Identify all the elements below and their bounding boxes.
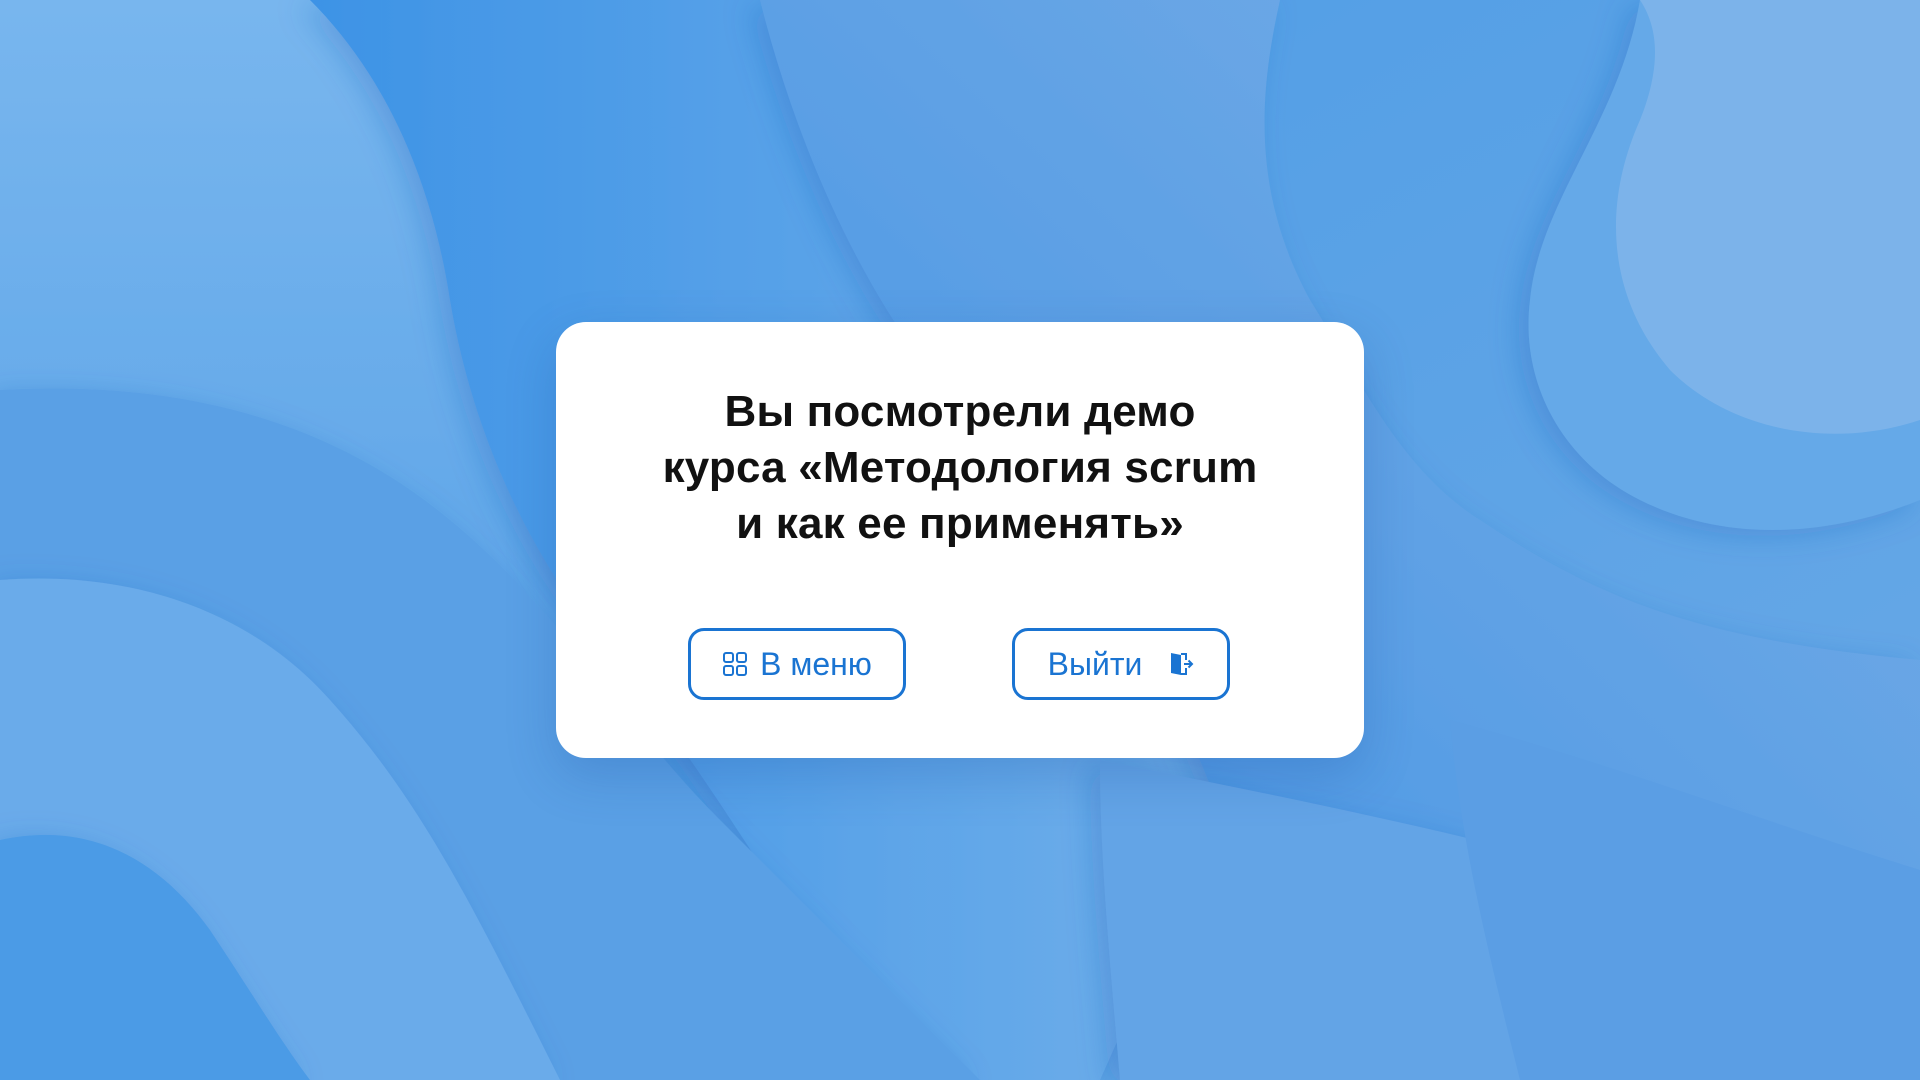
demo-finished-message: Вы посмотрели демо курса «Методология sc… [556, 384, 1364, 552]
exit-door-icon [1171, 653, 1194, 675]
menu-button[interactable]: В меню [688, 628, 906, 700]
message-line-1: Вы посмотрели демо [724, 387, 1196, 436]
menu-button-label: В меню [760, 645, 872, 682]
message-line-2: курса «Методология scrum [662, 443, 1258, 492]
course-demo-end-dialog: Вы посмотрели демо курса «Методология sc… [556, 322, 1364, 758]
message-line-3: и как ее применять» [736, 499, 1184, 548]
exit-button[interactable]: Выйти [1012, 628, 1230, 700]
grid-icon [723, 652, 748, 676]
exit-button-label: Выйти [1047, 645, 1143, 682]
